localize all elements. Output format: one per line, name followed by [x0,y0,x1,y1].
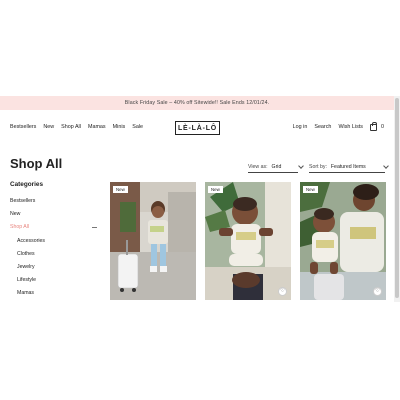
sort-by-underline [309,172,385,173]
nav-sale[interactable]: Sale [132,124,143,130]
product-card[interactable]: New ♡ [300,182,386,300]
nav-new[interactable]: New [43,124,54,130]
chevron-down-icon [382,163,389,169]
cart-button[interactable]: 0 [370,122,384,131]
nav-shop-all[interactable]: Shop All [61,124,81,130]
subcategory-lifestyle[interactable]: Lifestyle [17,277,36,283]
heart-icon[interactable]: ♡ [373,287,382,296]
main-nav: Bestsellers New Shop All Mamas Minis Sal… [10,124,143,130]
view-as-value: Grid [271,164,282,170]
new-badge: New [303,186,318,193]
subcategory-clothes[interactable]: Clothes [17,251,35,257]
product-image [300,182,386,300]
product-image [110,182,196,300]
heart-icon[interactable]: ♡ [278,287,287,296]
view-as-underline [248,172,298,173]
product-card[interactable]: New [110,182,196,300]
nav-mamas[interactable]: Mamas [88,124,106,130]
view-as-select[interactable]: View as: Grid [248,163,305,170]
nav-bestsellers[interactable]: Bestsellers [10,124,36,130]
promo-text: Black Friday Sale – 40% off Sitewide!! S… [124,100,270,106]
category-shop-all[interactable]: Shop All [10,224,29,230]
promo-banner[interactable]: Black Friday Sale – 40% off Sitewide!! S… [0,96,394,110]
subcategory-mamas[interactable]: Mamas [17,290,34,296]
category-new[interactable]: New [10,211,20,217]
search-link[interactable]: Search [314,124,331,130]
new-badge: New [208,186,223,193]
wishlist-link[interactable]: Wish Lists [338,124,363,130]
collapse-minus-icon[interactable] [92,227,97,228]
product-card[interactable]: New ♡ [205,182,291,300]
scrollbar-thumb[interactable] [395,98,399,298]
site-header: Bestsellers New Shop All Mamas Minis Sal… [0,110,394,146]
page-scrollbar[interactable] [394,96,400,302]
sort-by-value: Featured Items [330,164,366,170]
sort-by-label: Sort by: [309,164,327,170]
blank-area-bottom [0,302,400,400]
blank-area-top [0,0,400,96]
subcategory-jewelry[interactable]: Jewelry [17,264,35,270]
cart-count: 0 [381,124,384,130]
account-nav: Log in Search Wish Lists 0 [293,122,384,131]
chevron-down-icon [298,163,305,169]
view-as-label: View as: [248,164,268,170]
shopping-bag-icon [370,122,377,131]
category-bestsellers[interactable]: Bestsellers [10,198,35,204]
new-badge: New [113,186,128,193]
categories-heading: Categories [10,181,44,188]
nav-minis[interactable]: Minis [113,124,126,130]
brand-logo[interactable]: LÈ-LÀ-LÔ [175,121,220,135]
sort-by-select[interactable]: Sort by: Featured Items [309,163,389,170]
subcategory-accessories[interactable]: Accessories [17,238,45,244]
product-image [205,182,291,300]
page-title: Shop All [10,156,63,171]
login-link[interactable]: Log in [293,124,308,130]
